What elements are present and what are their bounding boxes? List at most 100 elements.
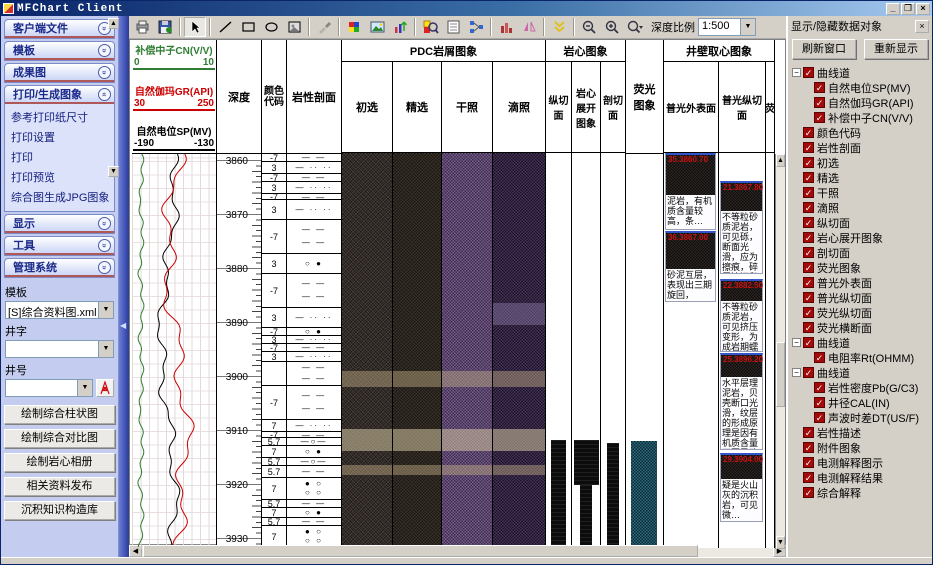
ellipse-tool-button[interactable] <box>260 17 282 37</box>
picture-button[interactable] <box>366 17 388 37</box>
sidebar-splitter[interactable]: ◀ <box>119 16 129 557</box>
checked-checkbox-icon[interactable]: ✓ <box>803 67 814 78</box>
field-combobox[interactable]: ▼ <box>5 340 114 358</box>
tree-item[interactable]: ✓纵切面 <box>792 215 929 230</box>
tree-child-item[interactable]: ✓声波时差DT(US/F) <box>792 410 929 425</box>
tree-item[interactable]: ✓剖切面 <box>792 245 929 260</box>
tree-item[interactable]: ✓岩性剖面 <box>792 140 929 155</box>
title-bar[interactable]: MFChart Client _ ❐ × <box>1 1 932 16</box>
checked-checkbox-icon[interactable]: ✓ <box>803 277 814 288</box>
checked-checkbox-icon[interactable]: ✓ <box>803 262 814 273</box>
checked-checkbox-icon[interactable]: ✓ <box>814 382 825 393</box>
checked-checkbox-icon[interactable]: ✓ <box>814 82 825 93</box>
sidebar-panel-header[interactable]: 管理系统» <box>5 259 114 277</box>
tree-item[interactable]: ✓综合解释 <box>792 485 929 500</box>
checked-checkbox-icon[interactable]: ✓ <box>803 202 814 213</box>
checked-checkbox-icon[interactable]: ✓ <box>803 217 814 228</box>
tree-item[interactable]: ✓初选 <box>792 155 929 170</box>
checked-checkbox-icon[interactable]: ✓ <box>803 337 814 348</box>
template-combobox[interactable]: [S]综合资料图.xml ▼ <box>5 301 114 319</box>
tree-item[interactable]: ✓滴照 <box>792 200 929 215</box>
color-grid-button[interactable] <box>343 17 365 37</box>
tree-child-item[interactable]: ✓电阻率Rt(OHMM) <box>792 350 929 365</box>
image-box-button[interactable] <box>283 17 305 37</box>
select-cursor-button[interactable] <box>184 17 206 37</box>
checked-checkbox-icon[interactable]: ✓ <box>803 322 814 333</box>
tree-item[interactable]: ✓电测解释结果 <box>792 470 929 485</box>
checked-checkbox-icon[interactable]: ✓ <box>803 247 814 258</box>
sidebar-menu-item[interactable]: 打印设置 <box>9 127 112 147</box>
tree-item[interactable]: ✓附件图象 <box>792 440 929 455</box>
chevron-down-icon[interactable]: » <box>98 217 111 230</box>
tree-item[interactable]: ✓岩性描述 <box>792 425 929 440</box>
checked-checkbox-icon[interactable]: ✓ <box>803 487 814 498</box>
tree-child-item[interactable]: ✓自然电位SP(MV) <box>792 80 929 95</box>
checked-checkbox-icon[interactable]: ✓ <box>803 457 814 468</box>
chevron-down-icon[interactable]: » <box>98 261 111 274</box>
scroll-down-icon[interactable]: ▼ <box>776 536 785 549</box>
tree-collapse-icon[interactable]: − <box>792 368 801 377</box>
template-dropdown-icon[interactable]: ▼ <box>98 302 113 318</box>
tree-item[interactable]: ✓干照 <box>792 185 929 200</box>
core-photo-card[interactable]: 21.3867.80不等粒砂质泥岩，可见砾，断面光滑，应为擦痕，碎屑流沉积 <box>720 181 763 274</box>
checked-checkbox-icon[interactable]: ✓ <box>803 187 814 198</box>
checked-checkbox-icon[interactable]: ✓ <box>803 307 814 318</box>
sidebar-action-button-2[interactable]: 绘制岩心相册 <box>4 453 115 472</box>
checked-checkbox-icon[interactable]: ✓ <box>814 112 825 123</box>
brush-button[interactable] <box>313 17 335 37</box>
checked-checkbox-icon[interactable]: ✓ <box>803 292 814 303</box>
tree-item[interactable]: ✓荧光纵切面 <box>792 305 929 320</box>
sidebar-panel-header[interactable]: 打印/生成图象« <box>5 86 114 104</box>
vscroll-thumb[interactable] <box>776 342 785 407</box>
tree-item[interactable]: ✓荧光横断面 <box>792 320 929 335</box>
tree-collapse-icon[interactable]: − <box>792 68 801 77</box>
core-photo-card[interactable]: 22.3882.50不等粒砂质泥岩，可见挤压变形，为成岩期蠕变产… <box>720 279 763 352</box>
tree-item[interactable]: ✓岩心展开图象 <box>792 230 929 245</box>
redisplay-button[interactable]: 重新显示 <box>864 39 928 59</box>
checked-checkbox-icon[interactable]: ✓ <box>803 172 814 183</box>
tree-item[interactable]: −✓曲线道 <box>792 335 929 350</box>
sidebar-panel-header[interactable]: 模板» <box>5 42 114 60</box>
derrick-button[interactable] <box>96 379 114 397</box>
zoom-in-button[interactable] <box>601 17 623 37</box>
restore-button[interactable]: ❐ <box>901 3 915 15</box>
tree-item[interactable]: −✓曲线道 <box>792 65 929 80</box>
sidebar-panel-header[interactable]: 成果图» <box>5 64 114 82</box>
checked-checkbox-icon[interactable]: ✓ <box>814 412 825 423</box>
sidebar-panel-header[interactable]: 显示» <box>5 215 114 233</box>
panel-close-icon[interactable]: × <box>915 20 929 33</box>
print-setup-button[interactable] <box>131 17 153 37</box>
depth-scale-dropdown-icon[interactable]: ▼ <box>740 19 755 35</box>
chart-vertical-scrollbar[interactable]: ▲ ▼ <box>775 154 785 549</box>
sidebar-menu-item[interactable]: 打印预览 <box>9 167 112 187</box>
checked-checkbox-icon[interactable]: ✓ <box>803 367 814 378</box>
line-tool-button[interactable] <box>214 17 236 37</box>
sidebar-action-button-4[interactable]: 沉积知识构造库 <box>4 501 115 520</box>
core-photo-card[interactable]: 35.3860.70泥岩，有机质含量较高，条… <box>665 153 716 230</box>
tree-child-item[interactable]: ✓岩性密度Pb(G/C3) <box>792 380 929 395</box>
hscroll-track[interactable] <box>142 545 773 557</box>
sidebar-action-button-1[interactable]: 绘制综合对比图 <box>4 429 115 448</box>
checked-checkbox-icon[interactable]: ✓ <box>814 397 825 408</box>
tree-item[interactable]: ✓普光外表面 <box>792 275 929 290</box>
tree-item[interactable]: ✓荧光图象 <box>792 260 929 275</box>
vscroll-track[interactable] <box>776 167 785 536</box>
sidebar-action-button-0[interactable]: 绘制综合柱状图 <box>4 405 115 424</box>
checked-checkbox-icon[interactable]: ✓ <box>803 427 814 438</box>
checked-checkbox-icon[interactable]: ✓ <box>803 472 814 483</box>
bar-chart-button[interactable] <box>495 17 517 37</box>
tree-item[interactable]: ✓电测解释图示 <box>792 455 929 470</box>
zoom-out-button[interactable] <box>578 17 600 37</box>
tree-item[interactable]: ✓颜色代码 <box>792 125 929 140</box>
chevron-up-icon[interactable]: « <box>98 88 111 101</box>
chart-export-button[interactable] <box>389 17 411 37</box>
close-button[interactable]: × <box>916 3 930 15</box>
field-dropdown-icon[interactable]: ▼ <box>98 341 113 357</box>
scroll-up-icon[interactable]: ▲ <box>776 154 785 167</box>
sidebar-menu-item[interactable]: 参考打印纸尺寸 <box>9 107 112 127</box>
collapse-chevrons-button[interactable] <box>548 17 570 37</box>
checked-checkbox-icon[interactable]: ✓ <box>803 157 814 168</box>
sidebar-panel-header[interactable]: 工具» <box>5 237 114 255</box>
find-colors-button[interactable] <box>419 17 441 37</box>
node-link-button[interactable] <box>465 17 487 37</box>
